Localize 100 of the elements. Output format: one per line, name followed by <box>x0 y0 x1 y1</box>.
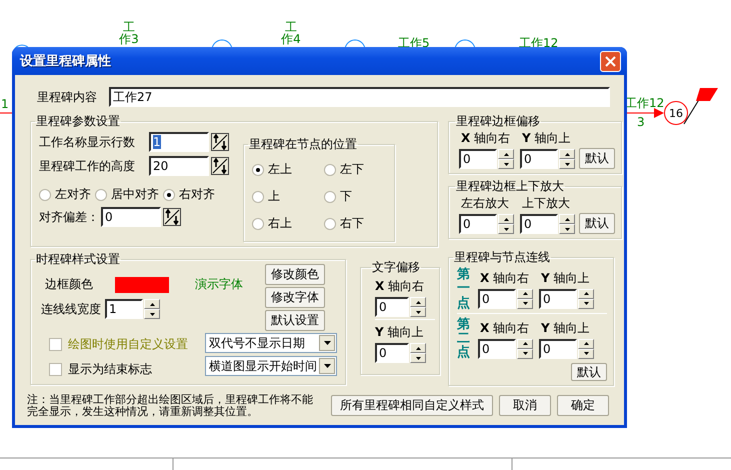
close-icon <box>605 56 616 66</box>
radio-option[interactable]: 左下 <box>324 161 384 178</box>
checkbox-option[interactable]: 显示为结束标志 <box>49 361 197 378</box>
radio-option[interactable]: 左上 <box>252 161 324 178</box>
task-label: 工作4 <box>280 21 302 45</box>
field-label: 连线线宽度 <box>41 300 101 318</box>
spin-button[interactable] <box>211 133 229 151</box>
field-label: 边框颜色 <box>45 276 93 293</box>
group-title: 里程碑边框偏移 <box>455 113 541 130</box>
caret-up-icon <box>504 218 508 220</box>
caret-down-icon <box>324 341 330 345</box>
number-field[interactable]: 0 <box>520 214 558 234</box>
caret-up-icon <box>564 152 570 156</box>
caret-down-icon <box>150 312 154 316</box>
dropdown-button[interactable] <box>319 358 335 374</box>
spin-button[interactable] <box>578 288 594 309</box>
spin-button[interactable] <box>498 214 514 234</box>
spin-button[interactable] <box>410 343 426 363</box>
caret-down-icon <box>522 302 528 306</box>
dropdown-field[interactable]: 横道图显示开始时间 <box>205 356 337 376</box>
number-field[interactable]: 0 <box>101 207 161 227</box>
caret-down-icon <box>324 364 330 368</box>
caret-up-icon <box>584 342 588 346</box>
number-field[interactable]: 20 <box>149 156 209 176</box>
spin-button[interactable] <box>410 297 426 317</box>
task-label: 工作3 <box>118 21 140 45</box>
spin-button[interactable] <box>211 157 229 175</box>
text-field[interactable]: 工作27 <box>109 87 610 107</box>
node-circle: 16 <box>664 101 688 125</box>
number-field[interactable]: 0 <box>539 338 577 359</box>
caret-down-icon <box>416 310 420 314</box>
field-label: 上下放大 <box>521 195 571 212</box>
dialog-button[interactable]: 确定 <box>557 395 609 416</box>
field-label: 左右放大 <box>460 195 510 212</box>
default-button[interactable]: 默认 <box>579 213 615 234</box>
spin-button[interactable] <box>163 208 181 226</box>
default-button[interactable]: 默认 <box>579 148 615 169</box>
point-label: 第一点 <box>457 268 470 311</box>
caret-up-icon <box>564 218 570 220</box>
number-field[interactable]: 0 <box>478 288 516 309</box>
caret-down-icon <box>564 162 570 166</box>
field-label: Y 轴向上 <box>375 324 425 341</box>
number-field[interactable]: 0 <box>539 288 577 309</box>
flag-icon <box>684 88 718 124</box>
number-field[interactable]: 0 <box>478 338 516 359</box>
number-field[interactable]: 0 <box>520 149 558 169</box>
updown-arrows-icon <box>164 209 180 225</box>
caret-down-icon <box>504 228 508 230</box>
caret-up-icon <box>416 300 420 304</box>
font-sample: 演示字体 <box>195 276 243 293</box>
spin-button[interactable] <box>517 338 533 359</box>
caret-up-icon <box>522 292 528 296</box>
arrow-line <box>626 108 664 118</box>
number-field[interactable]: 0 <box>459 149 497 169</box>
radio-option[interactable]: 上 <box>252 188 324 205</box>
radio-option[interactable]: 下 <box>324 188 384 205</box>
spin-button[interactable] <box>559 149 575 169</box>
caret-down-icon <box>584 352 588 356</box>
caret-down-icon <box>522 352 528 356</box>
spin-button[interactable] <box>559 214 575 234</box>
close-button[interactable] <box>600 50 621 72</box>
group-title: 时程碑样式设置 <box>35 251 121 268</box>
radio-option[interactable]: 居中对齐 <box>95 186 159 203</box>
group-title: 文字偏移 <box>371 259 421 276</box>
caret-up-icon <box>504 152 508 156</box>
dropdown-button[interactable] <box>319 335 335 351</box>
dropdown-field[interactable]: 双代号不显示日期 <box>205 333 337 353</box>
note-text: 注：当里程碑工作部分超出绘图区域后，里程碑工作将不能完全显示，发生这种情况，请重新调整其位置。 <box>27 394 314 418</box>
number-field[interactable]: 1 <box>149 132 209 152</box>
group-title: 里程碑在节点的位置 <box>248 136 358 153</box>
updown-arrows-icon <box>212 158 228 174</box>
field-label: Y 轴向上 <box>540 320 591 337</box>
spin-button[interactable] <box>144 299 160 319</box>
caret-down-icon <box>504 162 508 166</box>
default-button[interactable]: 默认 <box>571 362 607 381</box>
caret-up-icon <box>584 292 588 296</box>
radio-option[interactable]: 左对齐 <box>39 186 91 203</box>
action-button[interactable]: 修改字体 <box>265 287 325 308</box>
caret-up-icon <box>150 302 154 306</box>
radio-option[interactable]: 右对齐 <box>163 186 215 203</box>
action-button[interactable]: 默认设置 <box>265 310 325 331</box>
action-button[interactable]: 修改颜色 <box>265 264 325 285</box>
radio-option[interactable]: 右上 <box>252 215 324 232</box>
dialog-button[interactable]: 所有里程碑相同自定义样式 <box>331 395 493 416</box>
spin-button[interactable] <box>578 338 594 359</box>
field-label: X 轴向右 <box>375 278 426 295</box>
spin-button[interactable] <box>498 149 514 169</box>
field-label: X 轴向右 <box>460 130 512 147</box>
radio-option[interactable]: 右下 <box>324 215 384 232</box>
color-swatch[interactable] <box>115 276 169 292</box>
number-field[interactable]: 0 <box>375 343 409 363</box>
caret-up-icon <box>522 342 528 346</box>
number-field[interactable]: 0 <box>375 297 409 317</box>
caret-up-icon <box>416 346 420 350</box>
dialog-button[interactable]: 取消 <box>499 395 551 416</box>
number-field[interactable]: 0 <box>459 214 497 234</box>
point-label: 第二点 <box>457 318 470 361</box>
number-field[interactable]: 1 <box>105 299 143 319</box>
spin-button[interactable] <box>517 288 533 309</box>
updown-arrows-icon <box>212 134 228 150</box>
